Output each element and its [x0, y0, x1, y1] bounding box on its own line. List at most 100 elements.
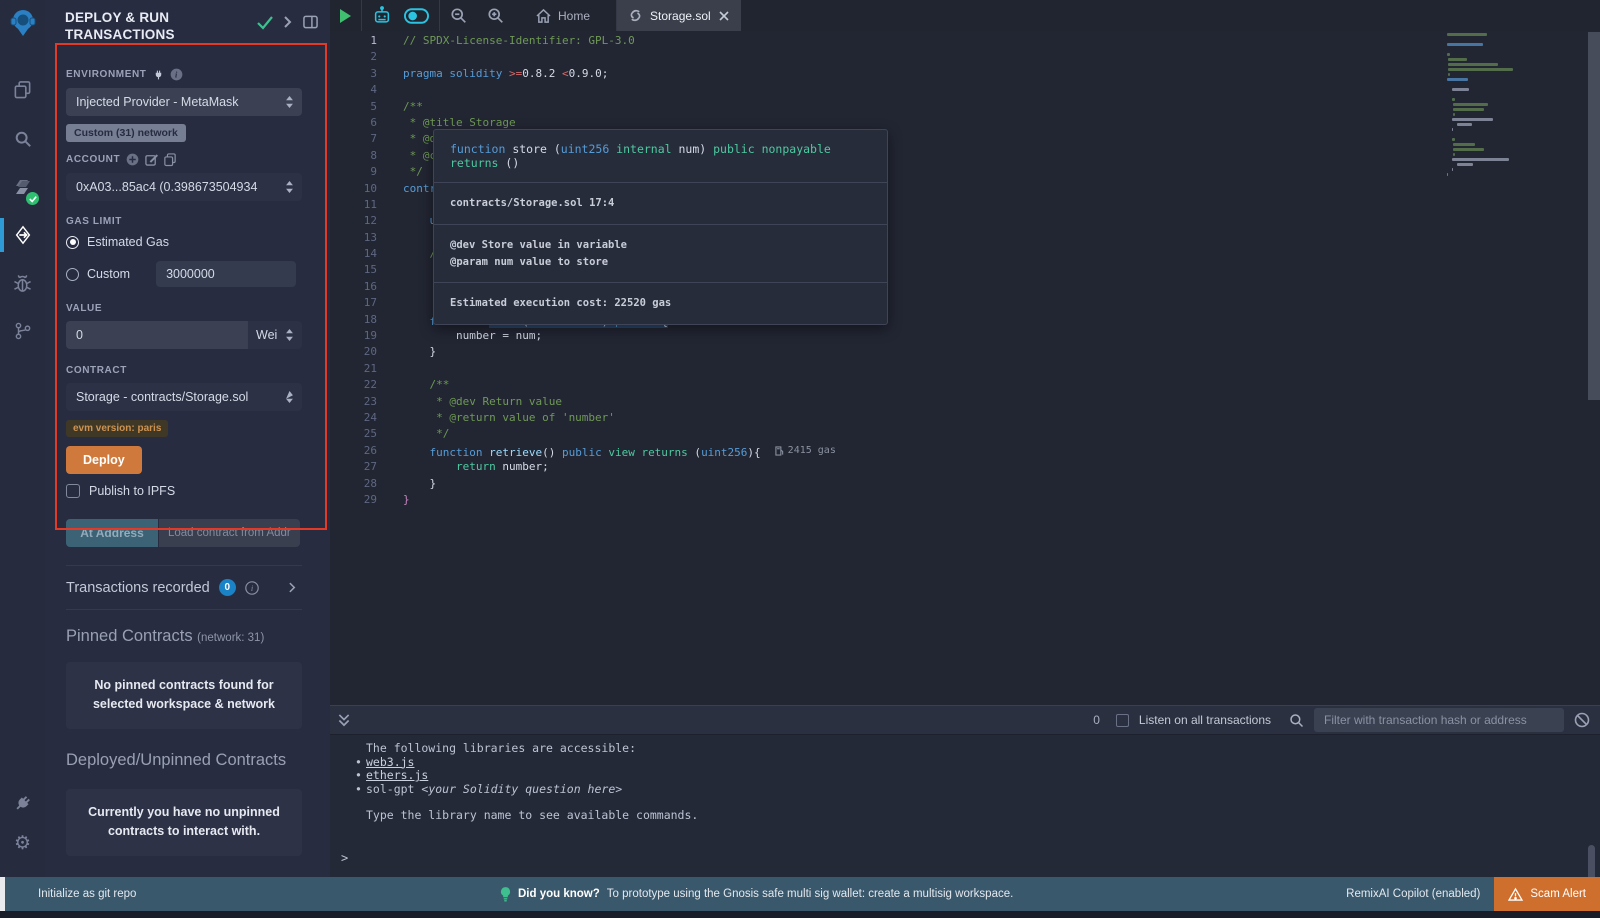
code-line[interactable]: } — [403, 492, 1440, 508]
code-line[interactable]: pragma solidity >=0.8.2 <0.9.0; — [403, 66, 1440, 82]
pin-panel-icon[interactable] — [303, 15, 318, 29]
code-line[interactable]: // SPDX-License-Identifier: GPL-3.0 — [403, 33, 1440, 49]
code-line[interactable]: * @dev Return value — [403, 394, 1440, 410]
terminal-prompt[interactable]: > — [341, 851, 348, 865]
code-line[interactable]: function retrieve() public view returns … — [403, 443, 1440, 459]
editor-scrollbar[interactable] — [1588, 32, 1600, 400]
copy-account-icon[interactable] — [164, 153, 176, 166]
at-address-input[interactable] — [159, 519, 300, 547]
tooltip-location: contracts/Storage.sol 17:4 — [434, 183, 887, 225]
tab-storage-sol[interactable]: Storage.sol — [617, 0, 741, 31]
code-line[interactable] — [403, 49, 1440, 65]
gas-custom-input[interactable] — [156, 261, 296, 287]
panel-check-icon — [257, 16, 273, 29]
line-number: 24 — [330, 410, 392, 426]
environment-info-icon[interactable]: i — [170, 68, 183, 81]
copilot-status[interactable]: RemixAI Copilot (enabled) — [1346, 888, 1480, 900]
add-account-icon[interactable] — [126, 153, 139, 166]
tab-home[interactable]: Home — [522, 0, 604, 31]
deploy-run-panel: DEPLOY & RUN TRANSACTIONS ENVIRONMENT i — [45, 0, 330, 877]
at-address-button[interactable]: At Address — [66, 519, 158, 547]
run-script-button[interactable] — [330, 0, 361, 31]
code-line[interactable]: * @return value of 'number' — [403, 410, 1440, 426]
terminal-line: The following libraries are accessible: — [366, 742, 1600, 756]
line-number: 8 — [330, 148, 392, 164]
publish-ipfs-checkbox[interactable] — [66, 484, 80, 498]
line-number: 4 — [330, 82, 392, 98]
code-line[interactable]: number = num; — [403, 328, 1440, 344]
radio-estimated-gas[interactable] — [66, 236, 79, 249]
deployed-contracts-empty: Currently you have no unpinned contracts… — [66, 789, 302, 856]
code-line[interactable]: } — [403, 344, 1440, 360]
environment-plug-icon[interactable] — [153, 69, 164, 81]
panel-expand-chevron-icon[interactable] — [284, 16, 292, 28]
code-line[interactable]: */ — [403, 426, 1440, 442]
zoom-in-button[interactable] — [477, 0, 514, 31]
sidebar-item-search[interactable] — [0, 119, 45, 159]
pinned-contracts-empty: No pinned contracts found for selected w… — [66, 662, 302, 729]
tooltip-signature: function store (uint256 internal num) pu… — [434, 130, 887, 183]
code-line[interactable] — [403, 361, 1440, 377]
icon-sidebar: ⚙ — [0, 0, 45, 877]
play-icon — [340, 9, 351, 23]
remix-ide-screen: ⚙ DEPLOY & RUN TRANSACTIONS ENVIRONMENT — [0, 0, 1600, 918]
gas-custom-option[interactable]: Custom — [66, 261, 302, 287]
collapse-terminal-icon[interactable] — [338, 714, 350, 727]
bottom-strip — [0, 911, 1600, 918]
svg-text:i: i — [175, 70, 178, 79]
status-bar: Initialize as git repo Did you know? To … — [0, 877, 1600, 911]
sidebar-item-solidity-compiler[interactable] — [0, 169, 45, 209]
git-init-button[interactable]: Initialize as git repo — [38, 888, 136, 900]
clear-console-icon[interactable] — [1574, 712, 1590, 728]
radio-custom-gas[interactable] — [66, 268, 79, 281]
sidebar-item-debugger[interactable] — [0, 263, 45, 303]
value-input[interactable] — [66, 321, 247, 349]
deploy-button[interactable]: Deploy — [66, 446, 142, 474]
hover-tooltip: function store (uint256 internal num) pu… — [433, 129, 888, 325]
edit-account-icon[interactable] — [145, 153, 158, 166]
contract-select[interactable]: Storage - contracts/Storage.sol — [66, 383, 302, 411]
line-number: 26 — [330, 443, 392, 459]
environment-select[interactable]: Injected Provider - MetaMask — [66, 88, 302, 116]
deployed-contracts-heading: Deployed/Unpinned Contracts — [66, 751, 302, 770]
deploy-run-icon — [13, 225, 33, 245]
web3-link[interactable]: web3.js — [366, 755, 414, 769]
code-line[interactable] — [403, 82, 1440, 98]
zoom-out-button[interactable] — [440, 0, 477, 31]
line-number: 22 — [330, 377, 392, 393]
evm-version-badge: evm version: paris — [66, 420, 168, 437]
transactions-recorded-row[interactable]: Transactions recorded 0 i — [66, 565, 302, 610]
remixai-assistant-button[interactable] — [362, 0, 402, 31]
account-select[interactable]: 0xA03...85ac4 (0.398673504934 — [66, 173, 302, 201]
ethers-link[interactable]: ethers.js — [366, 768, 428, 782]
terminal-line: web3.js — [366, 756, 1600, 770]
listen-all-checkbox[interactable] — [1116, 714, 1129, 727]
terminal-filter-input[interactable] — [1314, 708, 1564, 732]
code-editor[interactable]: 1234567891011121314151617181920212223242… — [330, 31, 1600, 705]
sidebar-item-plugin-manager[interactable] — [0, 783, 45, 823]
sidebar-item-git[interactable] — [0, 311, 45, 351]
sidebar-item-settings[interactable]: ⚙ — [0, 823, 45, 863]
scam-alert-button[interactable]: Scam Alert — [1494, 877, 1600, 911]
line-number: 13 — [330, 230, 392, 246]
close-tab-icon[interactable] — [719, 11, 729, 21]
line-number: 5 — [330, 99, 392, 115]
sidebar-item-file-explorer[interactable] — [0, 69, 45, 109]
terminal-line: Type the library name to see available c… — [366, 809, 1600, 823]
transactions-expand-chevron-icon[interactable] — [289, 582, 296, 593]
code-line[interactable]: } — [403, 476, 1440, 492]
terminal-search-icon[interactable] — [1289, 713, 1304, 728]
fuel-icon — [775, 446, 784, 456]
gas-estimated-option[interactable]: Estimated Gas — [66, 235, 302, 249]
remix-logo[interactable] — [0, 0, 45, 45]
sidebar-item-deploy-run[interactable] — [0, 215, 45, 255]
editor-minimap[interactable] — [1447, 33, 1547, 178]
code-line[interactable]: return number; — [403, 459, 1440, 475]
value-unit-select[interactable]: Wei — [247, 321, 302, 349]
transactions-info-icon[interactable]: i — [245, 581, 259, 595]
publish-ipfs-row[interactable]: Publish to IPFS — [66, 484, 302, 498]
code-line[interactable]: /** — [403, 377, 1440, 393]
code-line[interactable]: /** — [403, 99, 1440, 115]
line-number: 12 — [330, 213, 392, 229]
copilot-toggle[interactable] — [402, 0, 439, 31]
